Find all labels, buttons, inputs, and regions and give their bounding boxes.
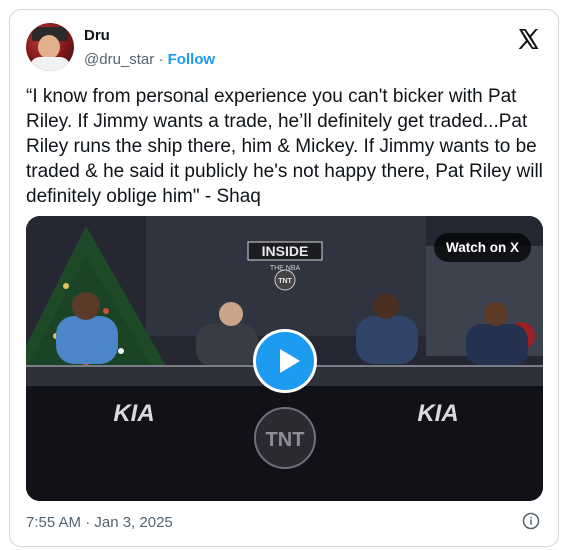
author-handle[interactable]: @dru_star bbox=[84, 51, 154, 68]
tweet-card[interactable]: Dru @dru_star · Follow “I know from pers… bbox=[9, 9, 559, 547]
handle-separator: · bbox=[158, 51, 164, 68]
video-media[interactable]: INSIDE THE NBA TNT KIA KIA TNT Watch on … bbox=[26, 216, 543, 501]
x-logo-icon[interactable] bbox=[516, 27, 540, 51]
follow-button[interactable]: Follow bbox=[168, 51, 216, 68]
desk-brand-left: KIA bbox=[113, 400, 154, 427]
play-button[interactable] bbox=[253, 329, 317, 393]
info-icon[interactable] bbox=[522, 512, 540, 530]
tweet-timestamp[interactable]: 7:55 AM · Jan 3, 2025 bbox=[26, 514, 173, 531]
author-handle-line: @dru_star · Follow bbox=[84, 51, 215, 68]
tweet-text: “I know from personal experience you can… bbox=[26, 86, 543, 207]
tnt-badge-text: TNT bbox=[278, 278, 292, 285]
watch-on-x-button[interactable]: Watch on X bbox=[434, 233, 531, 262]
play-icon bbox=[280, 349, 300, 373]
avatar-shirt bbox=[30, 57, 70, 71]
inside-logo-text: INSIDE bbox=[262, 243, 309, 259]
avatar[interactable] bbox=[26, 23, 74, 71]
desk-brand-right: KIA bbox=[417, 400, 458, 427]
tweet-header: Dru @dru_star · Follow bbox=[26, 23, 542, 73]
avatar-face bbox=[38, 35, 60, 59]
desk-center-logo: TNT bbox=[266, 429, 305, 451]
author-name[interactable]: Dru bbox=[84, 27, 110, 44]
